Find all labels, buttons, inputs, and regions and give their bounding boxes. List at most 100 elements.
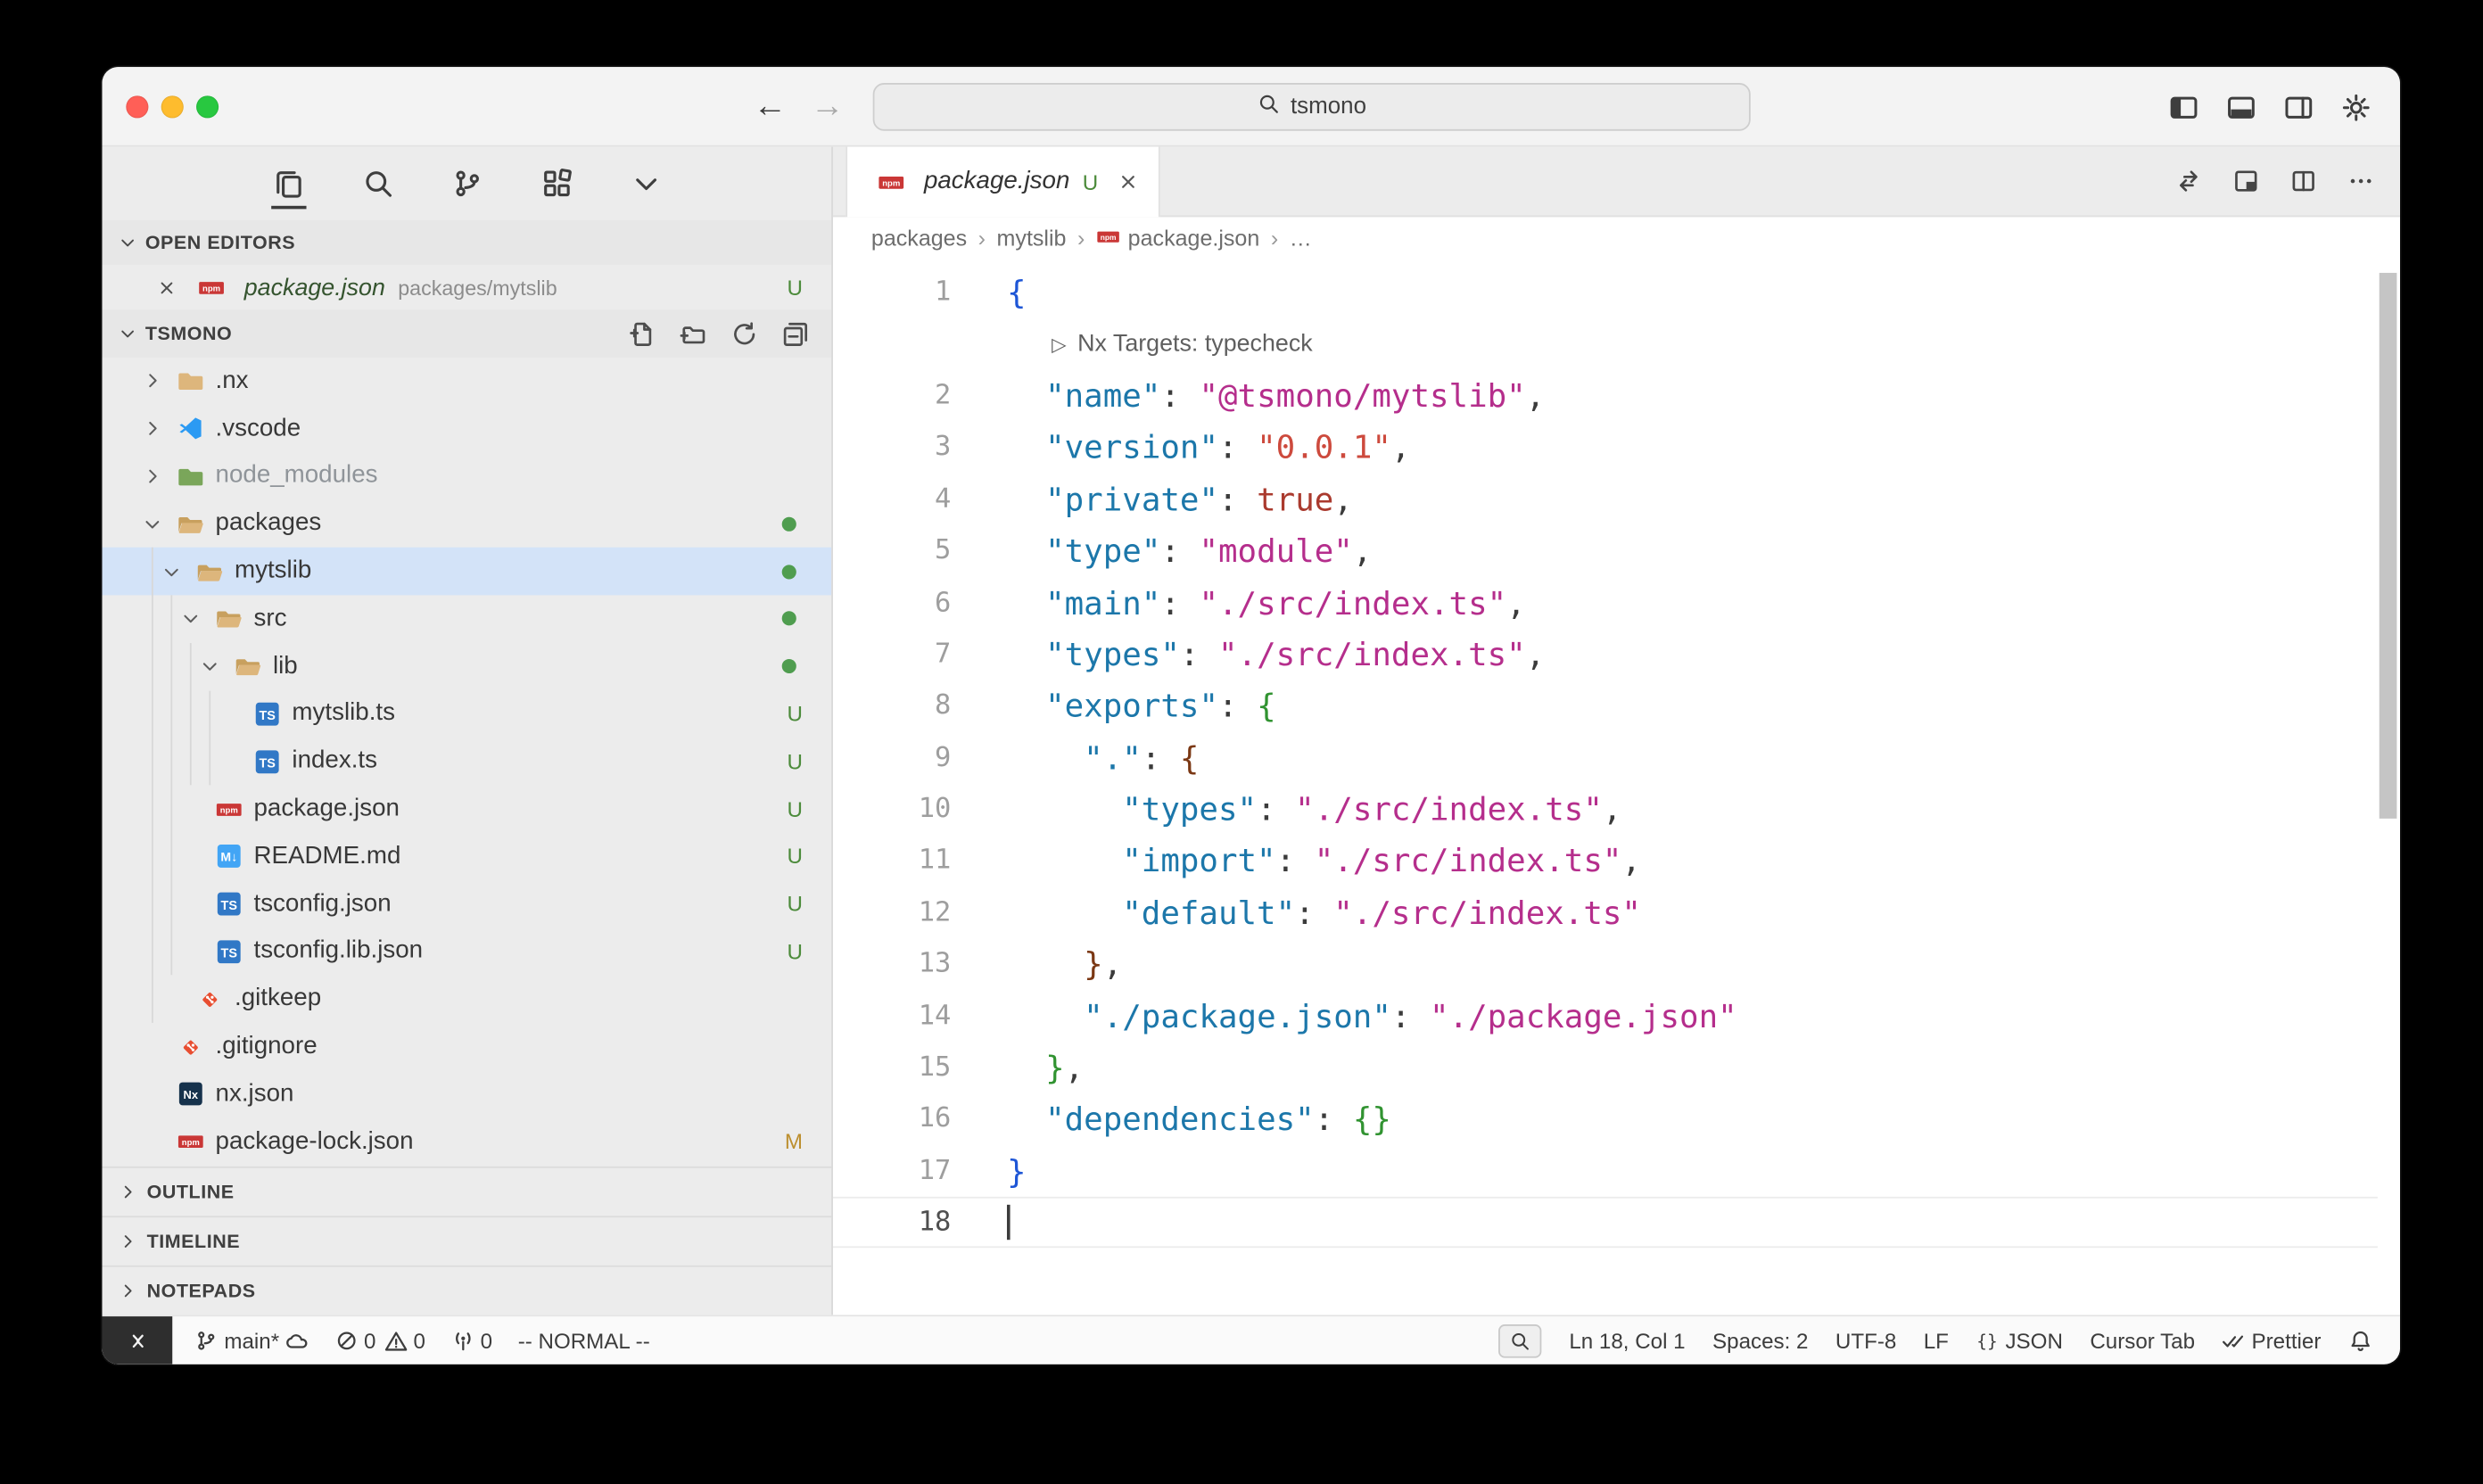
- tree-item-mytslib.ts[interactable]: TSmytslib.tsU: [103, 690, 832, 738]
- close-icon[interactable]: [156, 276, 177, 297]
- status-eol[interactable]: LF: [1924, 1329, 1949, 1353]
- more-button[interactable]: [2347, 168, 2374, 194]
- titlebar[interactable]: ← → tsmono: [103, 67, 2400, 146]
- code-line-18[interactable]: 18: [833, 1197, 2378, 1249]
- status-language-mode[interactable]: {}JSON: [1976, 1329, 2063, 1353]
- code-line-1[interactable]: 1{: [833, 267, 2378, 318]
- tree-item-.nx[interactable]: .nx: [103, 358, 832, 405]
- status-indentation[interactable]: Spaces: 2: [1712, 1329, 1808, 1353]
- status-cursor-position[interactable]: Ln 18, Col 1: [1569, 1329, 1685, 1353]
- tree-item-.gitignore[interactable]: .gitignore: [103, 1023, 832, 1070]
- breadcrumb-item[interactable]: npmpackage.json: [1096, 224, 1259, 250]
- explorer-header[interactable]: TSMONO: [103, 309, 832, 358]
- new-file-button[interactable]: [629, 320, 656, 347]
- code-text: [951, 1203, 1009, 1241]
- explorer-icon[interactable]: [268, 156, 309, 210]
- extensions-icon[interactable]: [535, 156, 577, 210]
- tree-item-package.json[interactable]: npmpackage.jsonU: [103, 786, 832, 833]
- status-vim-mode[interactable]: -- NORMAL --: [518, 1329, 650, 1353]
- open-changes-button[interactable]: [2175, 168, 2202, 194]
- zoom-window-button[interactable]: [196, 95, 219, 118]
- code-line-10[interactable]: 10 "types": "./src/index.ts",: [833, 783, 2378, 835]
- history-back-button[interactable]: ←: [754, 87, 788, 126]
- breadcrumb-item[interactable]: packages: [871, 224, 967, 250]
- codelens-nx-targets[interactable]: ▷Nx Targets: typecheck: [1052, 331, 1313, 358]
- breadcrumb-item[interactable]: mytslib: [997, 224, 1067, 250]
- history-nav: ← →: [754, 67, 845, 146]
- code-line-16[interactable]: 16 "dependencies": {}: [833, 1093, 2378, 1145]
- layout-sidebar-right-icon[interactable]: [2283, 92, 2314, 122]
- code-line-9[interactable]: 9 ".": {: [833, 731, 2378, 783]
- code-line-13[interactable]: 13 },: [833, 938, 2378, 990]
- status-notifications[interactable]: [2348, 1329, 2372, 1352]
- tree-item-.gitkeep[interactable]: .gitkeep: [103, 976, 832, 1023]
- svg-text:TS: TS: [220, 946, 237, 960]
- line-number: 18: [833, 1207, 951, 1239]
- history-forward-button[interactable]: →: [811, 87, 845, 126]
- cloud-icon: [285, 1329, 309, 1352]
- scrollbar-thumb[interactable]: [2380, 273, 2397, 819]
- code-editor[interactable]: 1{ ▷Nx Targets: typecheck 2 "name": "@tsmo…: [833, 257, 2400, 1315]
- code-line-12[interactable]: 12 "default": "./src/index.ts": [833, 886, 2378, 938]
- breadcrumb-item[interactable]: …: [1290, 224, 1312, 250]
- tree-item-lib[interactable]: lib: [103, 643, 832, 690]
- more-chevron-icon[interactable]: [624, 156, 666, 210]
- code-line-5[interactable]: 5 "type": "module",: [833, 525, 2378, 577]
- section-label: TIMELINE: [147, 1230, 241, 1252]
- tab-package-json[interactable]: npm package.json U: [846, 147, 1160, 218]
- code-lines: 1{ ▷Nx Targets: typecheck 2 "name": "@tsmo…: [833, 267, 2378, 1249]
- close-icon[interactable]: [1118, 170, 1140, 193]
- minimize-window-button[interactable]: [161, 95, 184, 118]
- status-ports[interactable]: 0: [451, 1329, 493, 1353]
- open-preview-button[interactable]: [2232, 168, 2259, 194]
- tree-item-nx.json[interactable]: Nxnx.json: [103, 1070, 832, 1117]
- code-line-2[interactable]: 2 "name": "@tsmono/mytslib",: [833, 370, 2378, 422]
- open-editor-item[interactable]: npm package.json packages/mytslib U: [103, 265, 832, 309]
- chevron-down-icon: [153, 561, 188, 581]
- tree-item-package-lock.json[interactable]: npmpackage-lock.jsonM: [103, 1118, 832, 1166]
- new-folder-button[interactable]: [680, 320, 706, 347]
- code-line-15[interactable]: 15 },: [833, 1042, 2378, 1093]
- refresh-button[interactable]: [730, 320, 757, 347]
- tree-item-mytslib[interactable]: mytslib: [103, 548, 832, 595]
- tree-item-src[interactable]: src: [103, 595, 832, 642]
- tree-item-tsconfig.lib.json[interactable]: TStsconfig.lib.jsonU: [103, 928, 832, 976]
- open-editors-header[interactable]: OPEN EDITORS: [103, 220, 832, 265]
- code-line-3[interactable]: 3 "version": "0.0.1",: [833, 422, 2378, 474]
- svg-text:TS: TS: [259, 756, 276, 771]
- code-line-17[interactable]: 17}: [833, 1145, 2378, 1197]
- layout-panel-icon[interactable]: [2226, 92, 2256, 122]
- code-line-11[interactable]: 11 "import": "./src/index.ts",: [833, 835, 2378, 886]
- sidebar-section-timeline[interactable]: TIMELINE: [103, 1216, 832, 1265]
- status-encoding[interactable]: UTF-8: [1835, 1329, 1896, 1353]
- code-line-7[interactable]: 7 "types": "./src/index.ts",: [833, 628, 2378, 680]
- split-editor-button[interactable]: [2290, 168, 2317, 194]
- code-line-14[interactable]: 14 "./package.json": "./package.json": [833, 990, 2378, 1042]
- command-center-search[interactable]: tsmono: [873, 83, 1751, 131]
- status-remote-indicator[interactable]: [103, 1316, 173, 1364]
- sidebar-section-notepads[interactable]: NOTEPADS: [103, 1266, 832, 1315]
- code-line-8[interactable]: 8 "exports": {: [833, 680, 2378, 731]
- status-git-branch[interactable]: main*: [194, 1329, 309, 1353]
- tree-item-README.md[interactable]: M↓README.mdU: [103, 833, 832, 880]
- tree-item-packages[interactable]: packages: [103, 500, 832, 548]
- code-line-4[interactable]: 4 "private": true,: [833, 474, 2378, 525]
- file-name: mytslib: [235, 557, 311, 586]
- status-zoom-control[interactable]: [1499, 1323, 1542, 1357]
- close-window-button[interactable]: [126, 95, 148, 118]
- status-formatter[interactable]: Prettier: [2222, 1329, 2321, 1353]
- collapse-all-button[interactable]: [782, 320, 809, 347]
- status-cursor-tab[interactable]: Cursor Tab: [2090, 1329, 2195, 1353]
- status-problems[interactable]: 00: [334, 1329, 425, 1353]
- search-icon[interactable]: [357, 156, 399, 210]
- sidebar-section-outline[interactable]: OUTLINE: [103, 1167, 832, 1216]
- source-control-icon[interactable]: [446, 156, 488, 210]
- tree-item-.vscode[interactable]: .vscode: [103, 405, 832, 452]
- line-number: 10: [833, 793, 951, 825]
- settings-gear-icon[interactable]: [2341, 92, 2372, 122]
- tree-item-index.ts[interactable]: TSindex.tsU: [103, 738, 832, 785]
- tree-item-node_modules[interactable]: node_modules: [103, 452, 832, 499]
- layout-sidebar-left-icon[interactable]: [2169, 92, 2199, 122]
- tree-item-tsconfig.json[interactable]: TStsconfig.jsonU: [103, 880, 832, 928]
- code-line-6[interactable]: 6 "main": "./src/index.ts",: [833, 577, 2378, 629]
